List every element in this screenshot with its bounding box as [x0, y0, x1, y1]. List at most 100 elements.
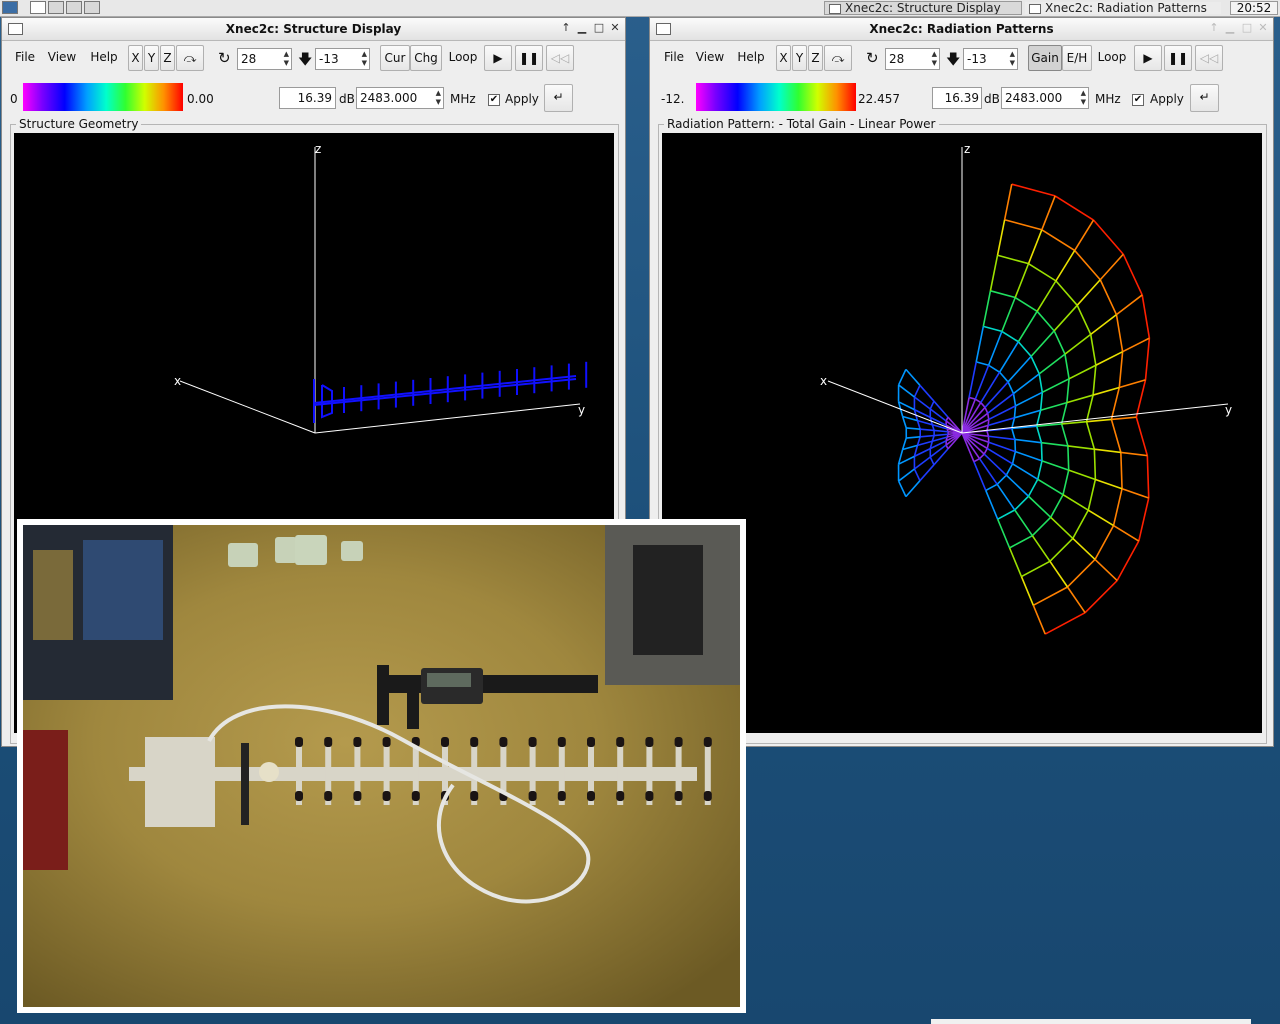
pattern-mesh-line [1014, 263, 1030, 298]
pattern-mesh-line [1060, 423, 1069, 447]
charges-button[interactable]: Chg [410, 45, 442, 71]
pattern-mesh-line [968, 361, 977, 398]
pattern-titlebar[interactable]: Xnec2c: Radiation Patterns ↑ ▁ □ ✕ [650, 18, 1273, 41]
enter-button[interactable]: ↵ [544, 84, 573, 112]
eh-button[interactable]: E/H [1062, 45, 1092, 71]
tilt-spinner[interactable]: -13 ▲ ▼ [963, 48, 1018, 70]
pattern-mesh-line [986, 413, 990, 420]
pause-icon: ❚❚ [518, 51, 540, 65]
pattern-mesh-line [998, 371, 1009, 383]
spinner-arrows-icon[interactable]: ▲ ▼ [436, 89, 441, 107]
close-icon[interactable]: ✕ [608, 21, 622, 35]
pattern-mesh-line [1060, 402, 1068, 425]
pattern-mesh-line [1144, 338, 1151, 380]
pattern-mesh-line [1001, 330, 1019, 343]
pattern-canvas[interactable]: z x y [662, 133, 1262, 733]
gain-field[interactable]: 16.39 [279, 87, 336, 109]
rewind-button[interactable]: ◁◁ [546, 45, 574, 71]
pager-desktop-2[interactable] [30, 1, 46, 14]
pattern-mesh-line [1035, 425, 1043, 443]
rotate-spinner[interactable]: 28 ▲ ▼ [885, 48, 940, 70]
view-x-button[interactable]: X [128, 45, 143, 71]
pager-desktop-4[interactable] [66, 1, 82, 14]
menu-help[interactable]: Help [88, 45, 120, 71]
task-radiation-patterns[interactable]: Xnec2c: Radiation Patterns [1024, 1, 1222, 15]
structure-titlebar[interactable]: Xnec2c: Structure Display ↑ ▁ □ ✕ [2, 18, 625, 41]
frequency-spinner[interactable]: 2483.000 ▲ ▼ [1001, 87, 1089, 109]
minimize-icon[interactable]: ▁ [575, 21, 589, 35]
pattern-mesh-line [1067, 445, 1095, 450]
tilt-spinner[interactable]: -13 ▲ ▼ [315, 48, 370, 70]
pattern-mesh-line [988, 364, 1000, 373]
pattern-mesh-line [1041, 195, 1056, 231]
spinner-arrows-icon[interactable]: ▲ ▼ [362, 50, 367, 68]
color-scale-bar [696, 83, 856, 111]
spinner-arrows-icon[interactable]: ▲ ▼ [1010, 50, 1015, 68]
pattern-mesh-line [1094, 448, 1121, 454]
view-z-button[interactable]: Z [160, 45, 175, 71]
pattern-mesh-line [1012, 393, 1017, 407]
pause-button[interactable]: ❚❚ [1164, 45, 1192, 71]
element-cap [499, 737, 508, 747]
scale-min: 0 [10, 92, 18, 106]
currents-button[interactable]: Cur [380, 45, 410, 71]
spinner-arrows-icon[interactable]: ▲ ▼ [284, 50, 289, 68]
spinner-arrows-icon[interactable]: ▲ ▼ [932, 50, 937, 68]
view-z-button[interactable]: Z [808, 45, 823, 71]
pattern-mesh-line [988, 441, 1016, 453]
pattern-mesh-line [897, 480, 907, 497]
spinner-arrows-icon[interactable]: ▲ ▼ [1081, 89, 1086, 107]
pattern-mesh-line [933, 400, 949, 418]
pattern-mesh-line [987, 392, 1014, 414]
menu-file[interactable]: File [13, 45, 37, 71]
pattern-mesh-line [1017, 341, 1032, 357]
menu-help[interactable]: Help [735, 45, 767, 71]
pager-desktop-5[interactable] [84, 1, 100, 14]
pattern-mesh-line [973, 457, 980, 463]
gain-button[interactable]: Gain [1028, 45, 1062, 71]
maximize-icon[interactable]: □ [592, 21, 606, 35]
menu-view[interactable]: View [694, 45, 726, 71]
pattern-mesh-line [1094, 558, 1118, 582]
element-cap [587, 737, 595, 747]
pattern-mesh-line [1040, 401, 1068, 411]
view-y-button[interactable]: Y [144, 45, 159, 71]
rotate-spinner[interactable]: 28 ▲ ▼ [237, 48, 292, 70]
apply-checkbox[interactable]: ✔ [488, 94, 500, 106]
pattern-mesh-line [1095, 350, 1123, 366]
pattern-mesh-line [1090, 314, 1117, 336]
pattern-mesh-line [934, 429, 949, 433]
close-icon[interactable]: ✕ [1256, 21, 1270, 35]
play-button[interactable]: ▶ [484, 45, 512, 71]
view-x-button[interactable]: X [776, 45, 791, 71]
pattern-mesh-line [988, 435, 1016, 441]
enter-button[interactable]: ↵ [1190, 84, 1219, 112]
task-structure-display[interactable]: Xnec2c: Structure Display [824, 1, 1022, 15]
pattern-mesh-line [1087, 509, 1114, 527]
shade-icon[interactable]: ↑ [559, 21, 573, 35]
pattern-mesh-line [1014, 438, 1042, 444]
apply-label: Apply [1150, 92, 1184, 106]
maximize-icon[interactable]: □ [1240, 21, 1254, 35]
play-button[interactable]: ▶ [1134, 45, 1162, 71]
gain-field[interactable]: 16.39 [932, 87, 982, 109]
rewind-button[interactable]: ◁◁ [1195, 45, 1223, 71]
pattern-mesh-line [1030, 356, 1040, 375]
reset-view-button[interactable]: ⤼ [824, 45, 852, 71]
pause-button[interactable]: ❚❚ [515, 45, 543, 71]
pager-desktop-1[interactable] [2, 1, 18, 14]
minimize-icon[interactable]: ▁ [1223, 21, 1237, 35]
pattern-mesh-line [902, 444, 918, 451]
pager-desktop-3[interactable] [48, 1, 64, 14]
frequency-spinner[interactable]: 2483.000 ▲ ▼ [356, 87, 444, 109]
menu-view[interactable]: View [46, 45, 78, 71]
pattern-mesh-line [1027, 478, 1039, 497]
shade-icon[interactable]: ↑ [1207, 21, 1221, 35]
pattern-mesh-line [982, 290, 992, 327]
scale-max: 0.00 [187, 92, 214, 106]
reset-view-button[interactable]: ⤼ [176, 45, 204, 71]
menu-file[interactable]: File [662, 45, 686, 71]
apply-checkbox[interactable]: ✔ [1132, 94, 1144, 106]
pattern-mesh-line [1112, 488, 1123, 526]
view-y-button[interactable]: Y [792, 45, 807, 71]
